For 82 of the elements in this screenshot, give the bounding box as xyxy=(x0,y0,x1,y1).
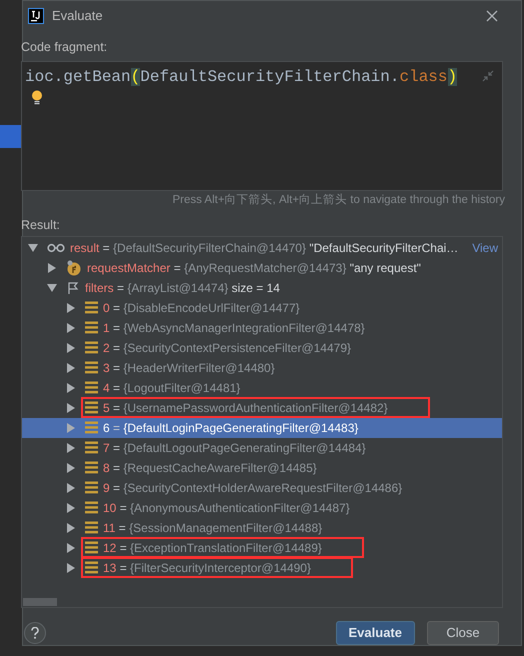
array-element-icon xyxy=(85,301,98,314)
array-element-icon xyxy=(85,461,98,474)
expanded-arrow-icon[interactable] xyxy=(28,242,38,253)
array-element-icon xyxy=(85,441,98,454)
array-element-icon xyxy=(85,561,98,574)
variable-text: 4 = {LogoutFilter@14481} xyxy=(103,380,240,397)
collapsed-arrow-icon[interactable] xyxy=(47,262,57,273)
tree-row[interactable]: 12 = {ExceptionTranslationFilter@14489} xyxy=(22,538,502,558)
variable-text: 2 = {SecurityContextPersistenceFilter@14479} xyxy=(103,340,352,357)
tree-row[interactable]: 6 = {DefaultLoginPageGeneratingFilter@14483} xyxy=(22,418,502,438)
collapsed-arrow-icon[interactable] xyxy=(66,542,76,553)
field-label: Code fragment: xyxy=(21,39,108,56)
field-icon xyxy=(66,260,82,276)
array-element-icon xyxy=(85,541,98,554)
variable-text: 0 = {DisableEncodeUrlFilter@14477} xyxy=(103,300,300,317)
variable-text: 10 = {AnonymousAuthenticationFilter@14487} xyxy=(103,500,350,517)
tree-row[interactable]: 7 = {DefaultLogoutPageGeneratingFilter@14484} xyxy=(22,438,502,458)
tree-row[interactable]: 13 = {FilterSecurityInterceptor@14490} xyxy=(22,558,502,578)
evaluate-button[interactable]: Evaluate xyxy=(336,620,415,645)
tree-row[interactable]: 11 = {SessionManagementFilter@14488} xyxy=(22,518,502,538)
variable-text: 5 = {UsernamePasswordAuthenticationFilter@14482} xyxy=(103,400,388,417)
variable-text: filters = {ArrayList@14474} size = 14 xyxy=(85,280,280,297)
lightbulb-icon[interactable] xyxy=(31,90,43,105)
tree-row[interactable]: 9 = {SecurityContextHolderAwareRequestFilter@14486} xyxy=(22,478,502,498)
array-element-icon xyxy=(85,521,98,534)
array-element-icon xyxy=(85,401,98,414)
tree-row[interactable]: 8 = {RequestCacheAwareFilter@14485} xyxy=(22,458,502,478)
variable-text: 8 = {RequestCacheAwareFilter@14485} xyxy=(103,460,317,477)
history-hint: Press Alt+向下箭头, Alt+向上箭头 to navigate through the history xyxy=(172,192,505,208)
tree-row[interactable]: 10 = {AnonymousAuthenticationFilter@14487} xyxy=(22,498,502,518)
tree-row[interactable]: 3 = {HeaderWriterFilter@14480} xyxy=(22,358,502,378)
array-element-icon xyxy=(85,421,98,434)
array-element-icon xyxy=(85,381,98,394)
close-icon[interactable] xyxy=(486,10,498,22)
window-title: Evaluate xyxy=(52,7,103,26)
variable-text: 6 = {DefaultLoginPageGeneratingFilter@14483} xyxy=(103,420,358,437)
collapsed-arrow-icon[interactable] xyxy=(66,482,76,493)
help-icon xyxy=(31,626,39,639)
collapsed-arrow-icon[interactable] xyxy=(66,442,76,453)
expanded-arrow-icon[interactable] xyxy=(47,282,57,293)
collapsed-arrow-icon[interactable] xyxy=(66,362,76,373)
array-element-icon xyxy=(85,321,98,334)
tree-row[interactable]: filters = {ArrayList@14474} size = 14 xyxy=(22,278,502,298)
collapsed-arrow-icon[interactable] xyxy=(66,302,76,313)
collapsed-arrow-icon[interactable] xyxy=(66,382,76,393)
variable-text: requestMatcher = {AnyRequestMatcher@14473} "any request" xyxy=(87,260,421,277)
glasses-icon xyxy=(47,242,65,253)
editor-line-highlight xyxy=(0,125,22,148)
array-element-icon xyxy=(85,481,98,494)
collapsed-arrow-icon[interactable] xyxy=(66,462,76,473)
collapsed-arrow-icon[interactable] xyxy=(66,342,76,353)
array-element-icon xyxy=(85,361,98,374)
collapsed-arrow-icon[interactable] xyxy=(66,402,76,413)
variable-text: 12 = {ExceptionTranslationFilter@14489} xyxy=(103,540,322,557)
app-logo-icon xyxy=(28,8,44,24)
tree-row[interactable]: 5 = {UsernamePasswordAuthenticationFilter@14482} xyxy=(22,398,502,418)
array-element-icon xyxy=(85,501,98,514)
tree-row[interactable]: 2 = {SecurityContextPersistenceFilter@14479} xyxy=(22,338,502,358)
array-element-icon xyxy=(85,341,98,354)
variable-text: 1 = {WebAsyncManagerIntegrationFilter@14478} xyxy=(103,320,365,337)
collapsed-arrow-icon[interactable] xyxy=(66,322,76,333)
result-label: Result: xyxy=(21,217,61,234)
code-text: ioc.getBean(DefaultSecurityFilterChain.class) xyxy=(25,66,458,88)
tree-row[interactable]: result = {DefaultSecurityFilterChain@14470} "DefaultSecurityFilterChai… View xyxy=(22,238,502,258)
scrollbar-thumb[interactable] xyxy=(23,598,57,606)
help-button[interactable] xyxy=(24,622,46,644)
collapsed-arrow-icon[interactable] xyxy=(66,502,76,513)
tree-row[interactable]: 4 = {LogoutFilter@14481} xyxy=(22,378,502,398)
variable-text: result = {DefaultSecurityFilterChain@14470} "DefaultSecurityFilterChai… xyxy=(70,240,458,257)
collapsed-arrow-icon[interactable] xyxy=(66,522,76,533)
tree-row[interactable]: 1 = {WebAsyncManagerIntegrationFilter@14478} xyxy=(22,318,502,338)
tree-row[interactable]: 0 = {DisableEncodeUrlFilter@14477} xyxy=(22,298,502,318)
variable-text: 7 = {DefaultLogoutPageGeneratingFilter@14484} xyxy=(103,440,366,457)
flag-icon xyxy=(66,280,80,295)
variable-text: 9 = {SecurityContextHolderAwareRequestFilter@14486} xyxy=(103,480,402,497)
close-button[interactable]: Close xyxy=(427,620,499,645)
variable-text: 11 = {SessionManagementFilter@14488} xyxy=(103,520,322,537)
code-editor[interactable]: ioc.getBean(DefaultSecurityFilterChain.class) xyxy=(21,60,503,191)
variable-text: 13 = {FilterSecurityInterceptor@14490} xyxy=(103,560,311,577)
tree-row[interactable]: requestMatcher = {AnyRequestMatcher@14473} "any request" xyxy=(22,258,502,278)
collapsed-arrow-icon[interactable] xyxy=(66,562,76,573)
variable-text: 3 = {HeaderWriterFilter@14480} xyxy=(103,360,275,377)
